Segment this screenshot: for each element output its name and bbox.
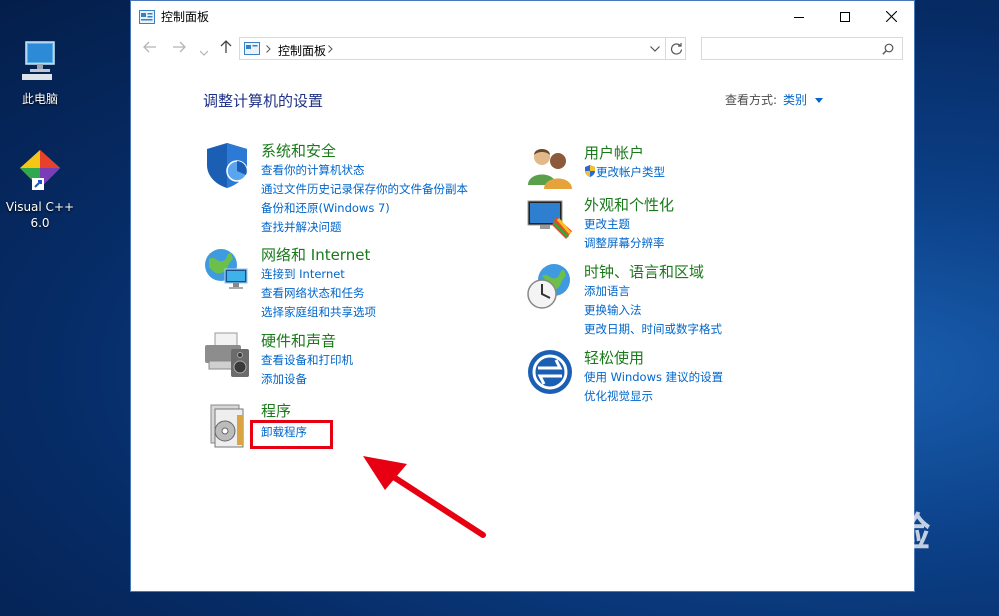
category-link[interactable]: 添加设备: [261, 370, 353, 389]
address-divider: [665, 38, 666, 59]
control-panel-small-icon: [244, 42, 260, 55]
watermark-logo-text: Bai 经验: [760, 510, 932, 556]
category-link[interactable]: 调整屏幕分辨率: [584, 234, 674, 253]
breadcrumb-separator-icon: [328, 45, 333, 53]
category-link-text: 更改帐户类型: [596, 165, 665, 179]
programs-icon[interactable]: [203, 401, 251, 449]
chevron-down-icon: [199, 50, 209, 56]
category-title[interactable]: 程序: [261, 401, 307, 421]
category-link[interactable]: 更改主题: [584, 215, 674, 234]
desktop-icon-visual-cpp[interactable]: Visual C++ 6.0: [0, 148, 80, 231]
category-link[interactable]: 添加语言: [584, 282, 722, 301]
address-dropdown-icon[interactable]: [650, 46, 660, 52]
category-title[interactable]: 网络和 Internet: [261, 245, 376, 265]
watermark-url: jingyan.baidu.com: [770, 558, 909, 576]
recent-locations-button[interactable]: [199, 44, 209, 60]
search-icon: [882, 43, 894, 55]
minimize-button[interactable]: [776, 1, 822, 32]
category-link[interactable]: 查看设备和打印机: [261, 351, 353, 370]
category-link[interactable]: 使用 Windows 建议的设置: [584, 368, 723, 387]
desktop-icon-this-pc[interactable]: 此电脑: [0, 40, 80, 107]
category-title[interactable]: 硬件和声音: [261, 331, 353, 351]
desktop-icon-label: 此电脑: [21, 92, 58, 106]
control-panel-app-icon: [139, 9, 155, 28]
arrow-up-icon: [220, 40, 232, 53]
category-link[interactable]: 查找并解决问题: [261, 218, 468, 237]
computer-icon: [22, 41, 55, 80]
close-icon: [885, 11, 897, 22]
category-link[interactable]: 查看你的计算机状态: [261, 161, 468, 180]
category-link[interactable]: 更换输入法: [584, 301, 722, 320]
address-bar[interactable]: 控制面板: [239, 37, 686, 60]
page-heading: 调整计算机的设置: [203, 92, 324, 110]
category-link[interactable]: 查看网络状态和任务: [261, 284, 376, 303]
back-button[interactable]: [143, 40, 157, 58]
refresh-icon[interactable]: [670, 42, 683, 55]
breadcrumb-separator-icon: [266, 45, 271, 53]
close-button[interactable]: [868, 1, 914, 32]
printer-speaker-icon[interactable]: [203, 331, 251, 379]
category-title[interactable]: 轻松使用: [584, 348, 723, 368]
highlight-box: [250, 420, 333, 449]
category-link[interactable]: 通过文件历史记录保存你的文件备份副本: [261, 180, 468, 199]
breadcrumb-control-panel[interactable]: 控制面板: [278, 42, 326, 59]
title-bar[interactable]: 控制面板: [131, 1, 914, 32]
baidu-watermark: Bai 经验 jingyan.baidu.com: [760, 500, 931, 576]
visual-cpp-icon: [20, 150, 60, 190]
forward-button[interactable]: [172, 40, 186, 58]
category-title[interactable]: 系统和安全: [261, 141, 468, 161]
category-title[interactable]: 时钟、语言和区域: [584, 262, 722, 282]
arrow-right-icon: [173, 41, 186, 53]
category-link[interactable]: 更改日期、时间或数字格式: [584, 320, 722, 339]
network-globe-icon[interactable]: [203, 245, 251, 293]
category-link[interactable]: 选择家庭组和共享选项: [261, 303, 376, 322]
view-by: 查看方式: 类别: [725, 91, 823, 108]
maximize-icon: [840, 11, 850, 22]
caret-down-icon[interactable]: [814, 98, 823, 103]
desktop-icon-label: Visual C++ 6.0: [5, 200, 75, 230]
shield-icon[interactable]: [203, 141, 251, 189]
annotation-arrow-icon: [363, 456, 486, 538]
category-link[interactable]: 更改帐户类型: [584, 163, 665, 182]
uac-shield-icon: [585, 165, 595, 177]
appearance-icon[interactable]: [526, 195, 574, 243]
ease-of-access-icon[interactable]: [526, 348, 574, 396]
search-input[interactable]: [701, 37, 903, 60]
category-title[interactable]: 外观和个性化: [584, 195, 674, 215]
address-row: 控制面板: [131, 36, 914, 62]
category-link[interactable]: 连接到 Internet: [261, 265, 376, 284]
window-title: 控制面板: [161, 10, 210, 24]
category-link[interactable]: 备份和还原(Windows 7): [261, 199, 468, 218]
minimize-icon: [794, 16, 804, 18]
arrow-left-icon: [143, 41, 156, 53]
category-link[interactable]: 优化视觉显示: [584, 387, 723, 406]
maximize-button[interactable]: [822, 1, 868, 32]
clock-globe-icon[interactable]: [526, 262, 574, 310]
users-icon[interactable]: [526, 143, 574, 191]
category-title[interactable]: 用户帐户: [584, 143, 665, 163]
up-button[interactable]: [219, 40, 233, 58]
view-by-label: 查看方式:: [725, 93, 778, 107]
view-by-dropdown[interactable]: 类别: [783, 93, 807, 107]
